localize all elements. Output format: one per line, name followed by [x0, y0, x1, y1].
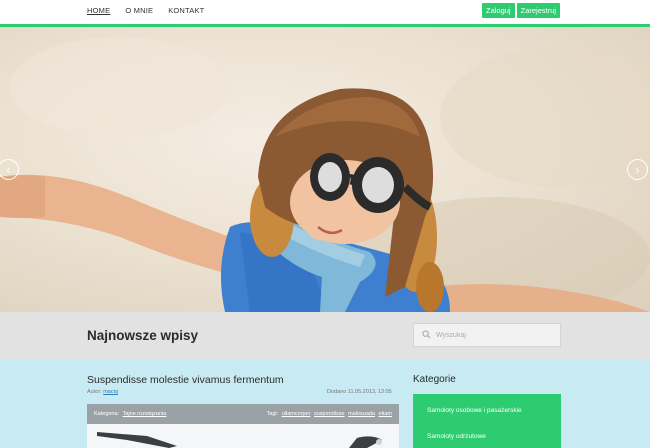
tag-link[interactable]: ullamcorper [282, 411, 311, 417]
hero-slider: ‹ › [0, 27, 650, 312]
auth-buttons: Zaloguj Zarejestruj [482, 3, 561, 18]
tags-label: Tagi: [266, 411, 279, 417]
tag-link[interactable]: etiam [379, 411, 392, 417]
post-meta-bar: Kategoria: Tajne rozwiązania Tagi: ullam… [87, 404, 399, 424]
sidebar-title: Kategorie [413, 374, 456, 385]
category-item[interactable]: Samoloty odrzutowe [427, 433, 486, 440]
login-button[interactable]: Zaloguj [482, 3, 515, 18]
slider-next-button[interactable]: › [627, 159, 648, 180]
post-date: Dodano 11.05.2013, 13:05 [327, 389, 392, 395]
chevron-right-icon: › [635, 162, 640, 177]
nav-item-kontakt[interactable]: KONTAKT [168, 6, 204, 15]
category-item[interactable]: Samoloty osobowe i pasażerskie [427, 407, 522, 414]
categories-list: Samoloty osobowe i pasażerskie Samoloty … [413, 394, 561, 448]
search-icon [422, 330, 431, 339]
top-navigation-bar: HOME O MNIE KONTAKT Zaloguj Zarejestruj [0, 0, 650, 24]
tag-link[interactable]: suspendisse [314, 411, 345, 417]
post-category: Kategoria: Tajne rozwiązania [94, 411, 166, 417]
post-tags: Tagi: ullamcorper suspendisse malesuada … [267, 411, 392, 417]
search-box[interactable] [413, 323, 561, 347]
tag-link[interactable]: malesuada [348, 411, 375, 417]
post-title[interactable]: Suspendisse molestie vivamus fermentum [87, 374, 284, 386]
category-label: Kategoria: [94, 411, 120, 417]
author-link[interactable]: maciq [103, 389, 118, 395]
latest-posts-header: Najnowsze wpisy [0, 312, 650, 360]
hero-image [0, 37, 650, 312]
nav-item-home[interactable]: HOME [87, 6, 110, 15]
search-input[interactable] [436, 329, 556, 341]
post-author: Autor: maciq [87, 389, 118, 395]
chevron-left-icon: ‹ [6, 162, 11, 177]
author-label: Autor: [87, 389, 102, 395]
register-button[interactable]: Zarejestruj [516, 3, 561, 18]
post-thumbnail[interactable] [87, 424, 399, 448]
nav-item-o-mnie[interactable]: O MNIE [125, 6, 153, 15]
section-title: Najnowsze wpisy [87, 328, 199, 343]
main-menu: HOME O MNIE KONTAKT [87, 6, 219, 15]
content-area: Suspendisse molestie vivamus fermentum A… [0, 360, 650, 448]
airplane-image [97, 432, 382, 448]
category-link[interactable]: Tajne rozwiązania [123, 411, 167, 417]
